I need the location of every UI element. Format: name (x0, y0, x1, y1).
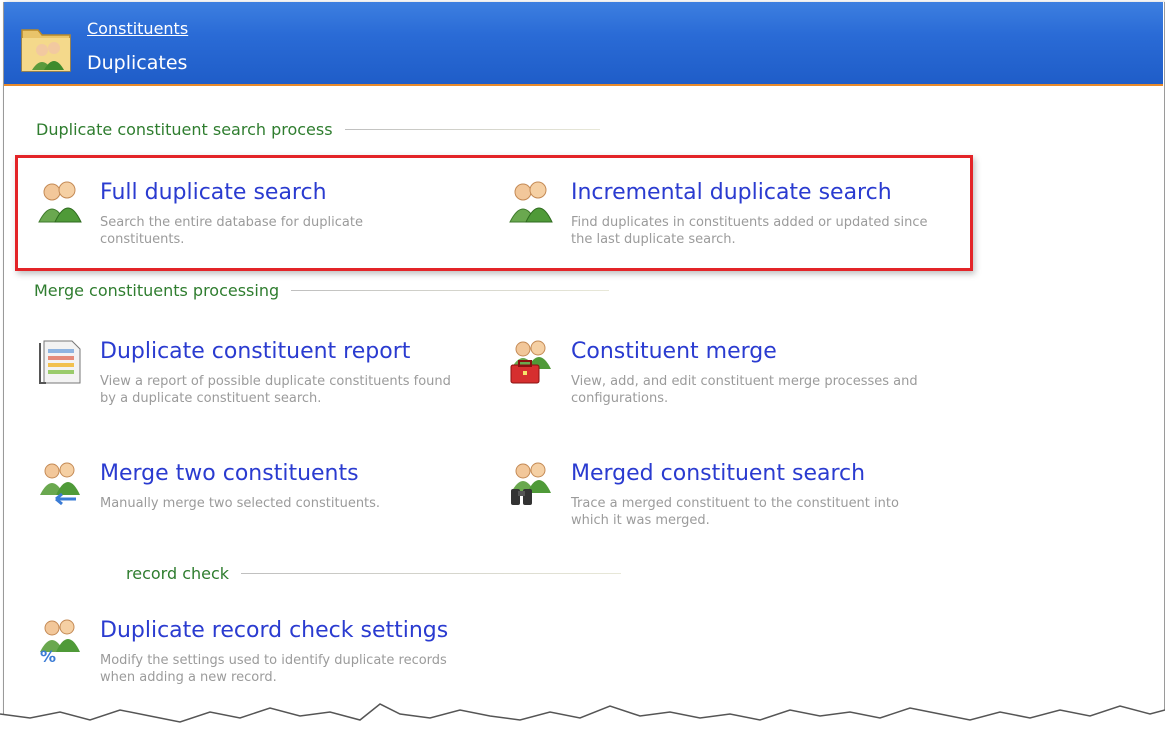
task-title[interactable]: Full duplicate search (100, 180, 327, 205)
task-description: Manually merge two selected constituents… (100, 496, 381, 511)
report-icon (39, 340, 81, 384)
section-divider (241, 573, 622, 574)
people-binoculars-icon (511, 462, 551, 505)
task-description: Trace a merged constituent to the consti… (571, 496, 899, 528)
section-search-process: Duplicate constituent search process (36, 120, 600, 139)
task-description: Search the entire database for duplicate… (100, 215, 363, 247)
task-title[interactable]: Duplicate constituent report (100, 339, 410, 364)
task-title[interactable]: Merge two constituents (100, 461, 359, 486)
people-icon (509, 181, 553, 223)
constituent-merge-task[interactable]: Constituent merge View, add, and edit co… (507, 337, 947, 417)
section-record-check: record check (126, 564, 622, 583)
section-title: Duplicate constituent search process (36, 120, 333, 139)
task-description: View, add, and edit constituent merge pr… (571, 374, 918, 406)
full-duplicate-search-task[interactable]: Full duplicate search Search the entire … (36, 178, 456, 258)
people-merge-icon (40, 462, 80, 506)
task-title[interactable]: Incremental duplicate search (571, 180, 892, 205)
breadcrumb-constituents-link[interactable]: Constituents (87, 19, 188, 38)
section-divider (291, 290, 610, 291)
people-toolbox-icon (510, 340, 551, 384)
page-header: Constituents Duplicates (4, 2, 1163, 86)
task-title[interactable]: Constituent merge (571, 339, 777, 364)
section-title: Merge constituents processing (34, 281, 280, 300)
merged-constituent-search-task[interactable]: Merged constituent search Trace a merged… (507, 459, 947, 539)
page-title: Duplicates (87, 52, 188, 74)
folder-people-icon (21, 29, 71, 72)
torn-edge (0, 703, 1165, 750)
task-title[interactable]: Duplicate record check settings (100, 618, 448, 643)
task-description: Find duplicates in constituents added or… (571, 215, 928, 247)
merge-two-constituents-task[interactable]: Merge two constituents Manually merge tw… (36, 459, 456, 519)
section-title: record check (126, 564, 230, 583)
people-icon (38, 181, 82, 223)
task-title[interactable]: Merged constituent search (571, 461, 865, 486)
svg-text:%: % (40, 647, 56, 664)
people-percent-icon: % (40, 619, 80, 664)
section-divider (344, 129, 600, 130)
duplicate-record-check-settings-task[interactable]: % Duplicate record check settings Modify… (36, 616, 476, 696)
task-description: Modify the settings used to identify dup… (100, 653, 447, 685)
section-merge-processing: Merge constituents processing (34, 281, 610, 300)
incremental-duplicate-search-task[interactable]: Incremental duplicate search Find duplic… (507, 178, 947, 258)
task-description: View a report of possible duplicate cons… (100, 374, 451, 406)
duplicate-constituent-report-task[interactable]: Duplicate constituent report View a repo… (36, 337, 456, 417)
